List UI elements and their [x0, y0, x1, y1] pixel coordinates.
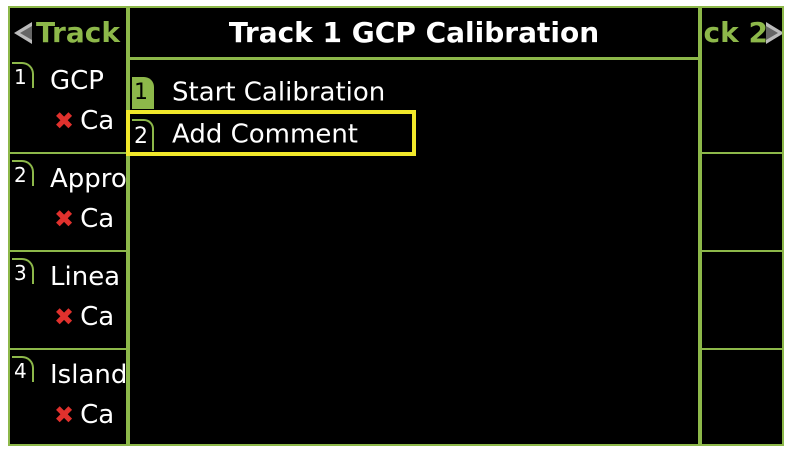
- item-status: ✖ Ca: [54, 204, 114, 234]
- list-item[interactable]: [700, 352, 782, 444]
- item-status: ✖ Ca: [54, 400, 114, 430]
- item-status-text: Ca: [80, 302, 115, 332]
- left-track-header[interactable]: Track: [10, 8, 128, 58]
- left-track-title: Track: [36, 16, 120, 49]
- selection-highlight: [126, 110, 416, 156]
- menu-item-label: Start Calibration: [172, 77, 386, 108]
- list-item[interactable]: 4 Island ✖ Ca: [10, 352, 128, 444]
- right-track-header[interactable]: ck 2: [700, 8, 782, 58]
- list-item[interactable]: 1 GCP ✖ Ca: [10, 58, 128, 154]
- item-status-text: Ca: [80, 204, 115, 234]
- item-name: Island: [50, 360, 128, 390]
- arrow-right-icon[interactable]: [764, 20, 782, 46]
- item-name: Appro: [50, 164, 127, 194]
- item-status: ✖ Ca: [54, 106, 114, 136]
- item-name: Linea: [50, 262, 121, 292]
- item-status: ✖ Ca: [54, 302, 114, 332]
- item-number: 3: [12, 258, 34, 285]
- item-number: 2: [12, 160, 34, 187]
- screen: Track ck 2 1 GCP ✖ Ca 2 Appro ✖ Ca 3 Linea…: [8, 6, 784, 446]
- list-item[interactable]: [700, 156, 782, 252]
- list-item[interactable]: [700, 254, 782, 350]
- list-item[interactable]: 2 Appro ✖ Ca: [10, 156, 128, 252]
- item-status-text: Ca: [80, 400, 115, 430]
- list-item[interactable]: 3 Linea ✖ Ca: [10, 254, 128, 350]
- item-number: 1: [12, 62, 34, 89]
- arrow-left-icon[interactable]: [12, 20, 34, 46]
- calibration-dialog: Track 1 GCP Calibration 1 Start Calibrati…: [126, 8, 702, 444]
- dialog-title: Track 1 GCP Calibration: [130, 8, 698, 60]
- right-track-title: ck 2: [703, 16, 768, 49]
- x-mark-icon: ✖: [54, 303, 75, 331]
- x-mark-icon: ✖: [54, 107, 75, 135]
- list-item[interactable]: [700, 58, 782, 154]
- menu-item-number: 1: [132, 76, 154, 109]
- item-status-text: Ca: [80, 106, 115, 136]
- x-mark-icon: ✖: [54, 401, 75, 429]
- x-mark-icon: ✖: [54, 205, 75, 233]
- item-number: 4: [12, 356, 34, 383]
- menu-item-start-calibration[interactable]: 1 Start Calibration: [132, 72, 385, 112]
- item-name: GCP: [50, 66, 104, 96]
